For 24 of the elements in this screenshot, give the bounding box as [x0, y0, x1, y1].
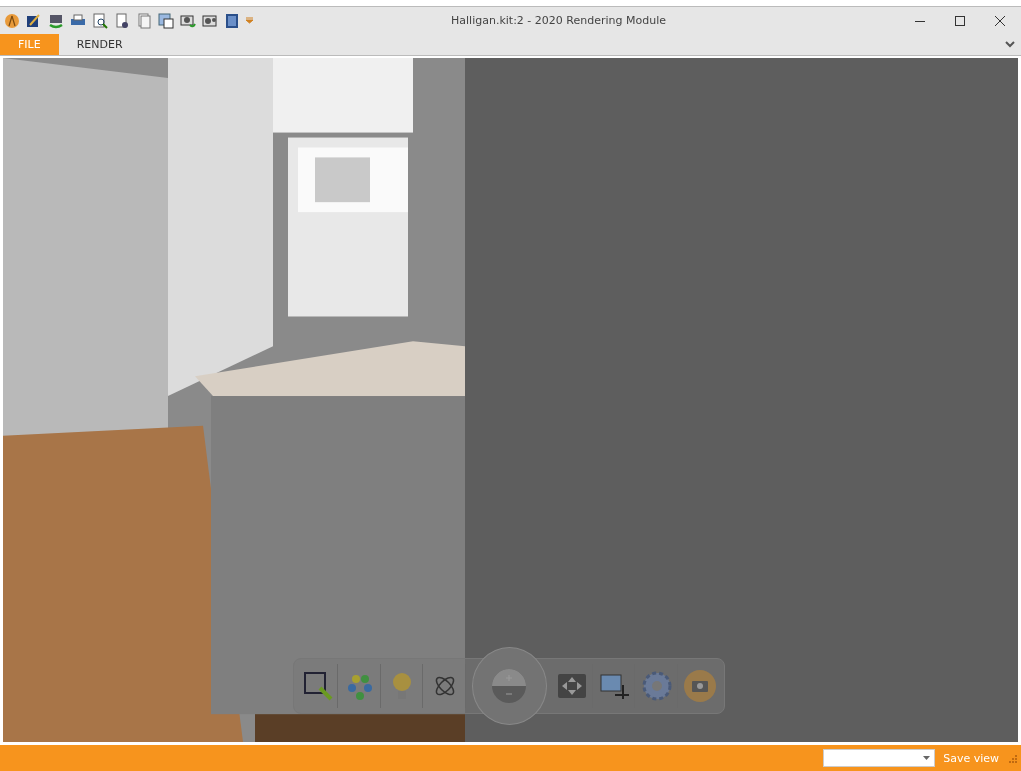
four-arrows-icon — [558, 674, 587, 698]
help-icon[interactable] — [224, 12, 240, 29]
maximize-icon — [955, 15, 965, 26]
caret-icon — [923, 756, 931, 760]
resize-grip-icon[interactable] — [1007, 753, 1017, 763]
preview-icon[interactable] — [92, 12, 108, 29]
camera-icon — [682, 669, 717, 703]
edit-icon[interactable] — [26, 12, 42, 29]
gear-icon — [640, 670, 673, 702]
page-gear-icon[interactable] — [114, 12, 130, 29]
pages-icon[interactable] — [136, 12, 152, 29]
save-view-button[interactable]: Save view — [939, 751, 1003, 765]
app-logo-icon[interactable] — [4, 12, 20, 29]
ribbon-tab[interactable]: RENDER — [58, 34, 141, 55]
zoom-frame-icon — [301, 670, 334, 702]
ribbon-tab[interactable]: FILE — [0, 34, 59, 55]
camera-refresh-icon[interactable] — [180, 12, 196, 29]
window-title: Halligan.kit:2 - 2020 Rendering Module — [450, 14, 667, 27]
overlay-icon[interactable] — [158, 12, 174, 29]
camera-gear-icon[interactable] — [202, 12, 218, 29]
close-icon — [995, 15, 1005, 26]
chevron-down-icon[interactable] — [1005, 41, 1015, 49]
image-crop-icon — [598, 671, 631, 701]
refresh-camera-icon[interactable] — [48, 12, 64, 29]
